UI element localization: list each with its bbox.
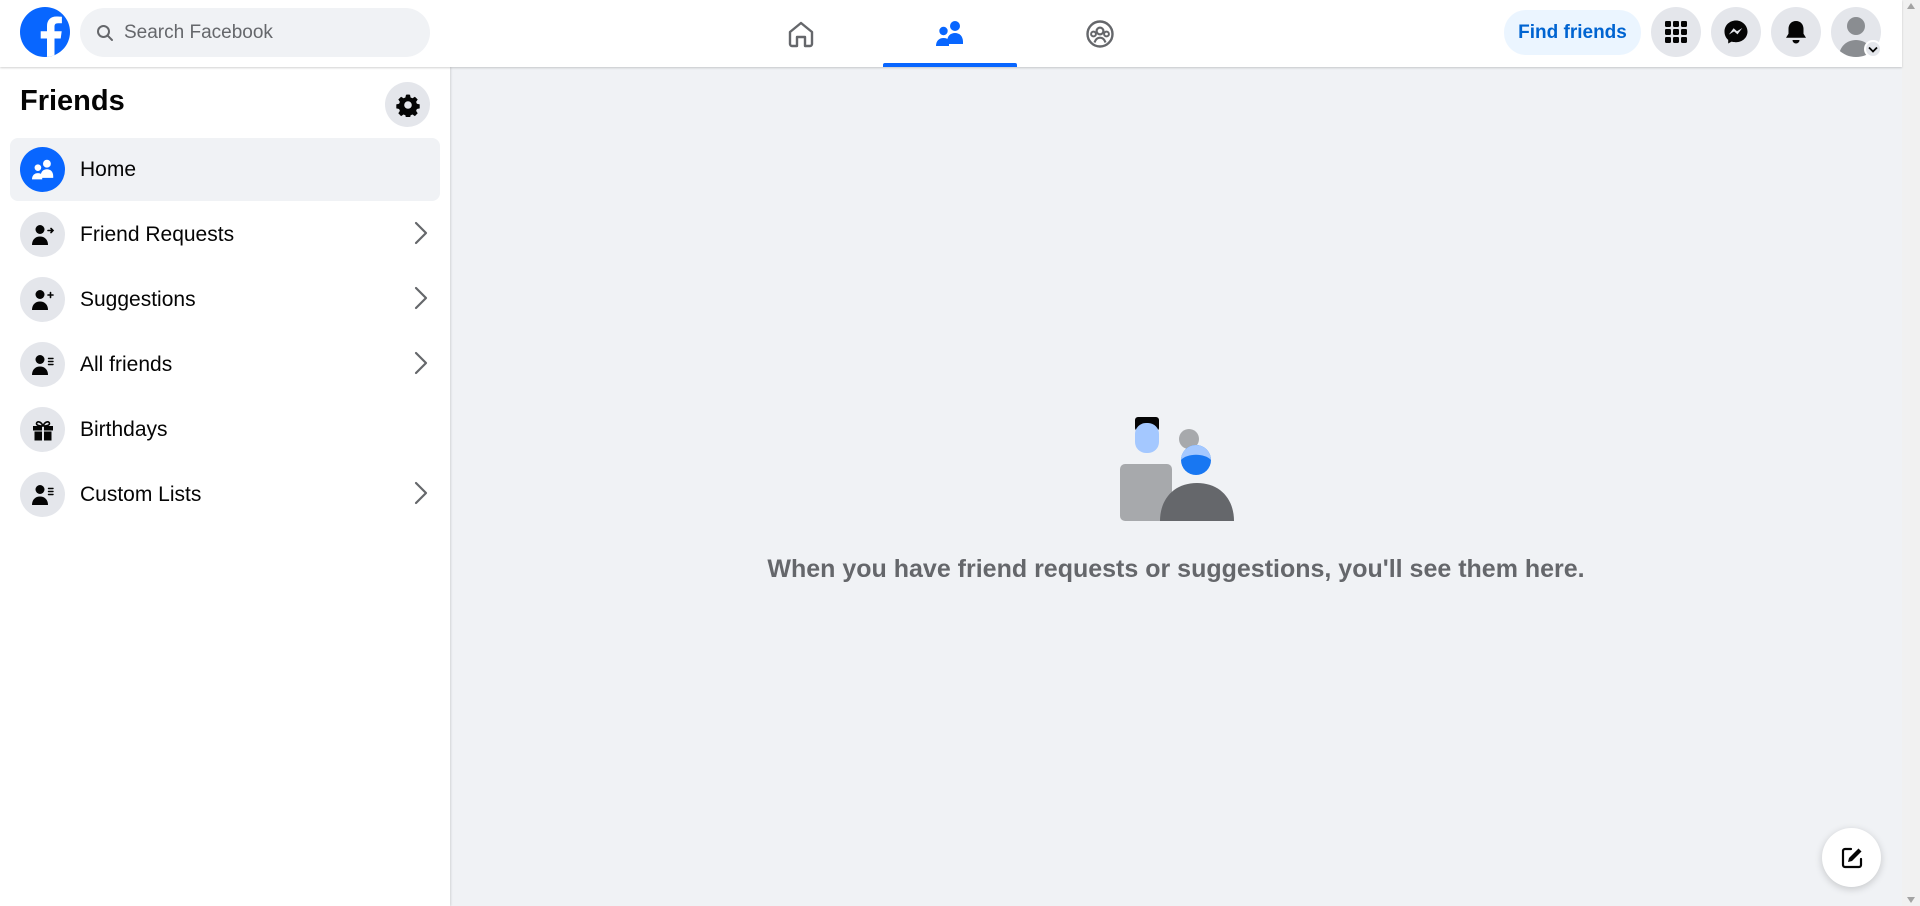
suggestions-icon <box>20 277 65 322</box>
account-menu-chevron-icon[interactable] <box>1864 40 1882 58</box>
settings-button[interactable] <box>385 82 430 127</box>
sidebar-item-label: Custom Lists <box>80 482 202 506</box>
top-navigation-bar: Find friends <box>0 0 1902 67</box>
sidebar-menu: Home Friend Requests Suggestions All fri… <box>10 138 440 528</box>
page-scrollbar[interactable] <box>1902 0 1920 906</box>
friends-sidebar: Friends Home Friend Requests Suggestions… <box>0 67 450 906</box>
custom-lists-icon <box>20 472 65 517</box>
friends-home-icon <box>20 147 65 192</box>
sidebar-item-label: Friend Requests <box>80 222 235 246</box>
menu-button[interactable] <box>1651 7 1701 57</box>
sidebar-item-label: Birthdays <box>80 417 168 441</box>
gear-icon <box>395 94 420 117</box>
sidebar-item-label: Home <box>80 157 137 181</box>
grid-menu-icon <box>1665 21 1687 43</box>
sidebar-item-label: Suggestions <box>80 287 196 311</box>
groups-icon <box>1086 19 1114 48</box>
sidebar-item-friend-requests[interactable]: Friend Requests <box>10 203 440 266</box>
page-title: Friends <box>20 85 125 117</box>
messenger-icon <box>1724 20 1748 44</box>
tab-groups[interactable] <box>1033 0 1167 67</box>
chevron-right-icon <box>414 286 428 310</box>
friend-requests-icon <box>20 212 65 257</box>
search-input[interactable] <box>124 21 414 44</box>
home-icon <box>788 21 814 47</box>
bell-icon <box>1786 21 1806 44</box>
find-friends-button[interactable]: Find friends <box>1504 10 1641 55</box>
sidebar-item-all-friends[interactable]: All friends <box>10 333 440 396</box>
search-bar[interactable] <box>80 8 430 57</box>
empty-state-message: When you have friend requests or suggest… <box>767 555 1585 583</box>
notifications-button[interactable] <box>1771 7 1821 57</box>
chevron-right-icon <box>414 351 428 375</box>
all-friends-icon <box>20 342 65 387</box>
sidebar-item-birthdays[interactable]: Birthdays <box>10 398 440 461</box>
sidebar-item-suggestions[interactable]: Suggestions <box>10 268 440 331</box>
friends-empty-illustration <box>1120 417 1234 521</box>
tab-home[interactable] <box>734 0 868 67</box>
gift-icon <box>20 407 65 452</box>
new-message-button[interactable] <box>1822 828 1881 887</box>
friends-icon <box>936 20 963 46</box>
scroll-down-arrow-icon[interactable] <box>1907 897 1915 903</box>
compose-icon <box>1841 847 1862 868</box>
sidebar-item-label: All friends <box>80 352 173 376</box>
sidebar-item-home[interactable]: Home <box>10 138 440 201</box>
scroll-up-arrow-icon[interactable] <box>1907 3 1915 9</box>
messenger-button[interactable] <box>1711 7 1761 57</box>
tab-friends[interactable] <box>883 0 1017 67</box>
chevron-right-icon <box>414 481 428 505</box>
search-icon <box>97 24 113 41</box>
chevron-right-icon <box>414 221 428 245</box>
sidebar-item-custom-lists[interactable]: Custom Lists <box>10 463 440 526</box>
facebook-logo-icon[interactable] <box>20 7 70 57</box>
